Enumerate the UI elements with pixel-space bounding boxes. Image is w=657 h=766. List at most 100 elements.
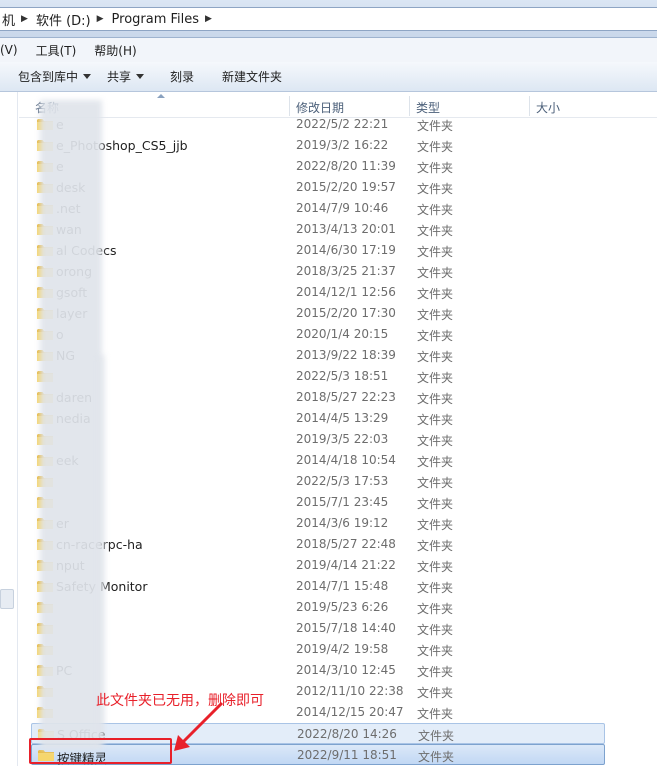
breadcrumb-chevron-icon[interactable]: ▶ <box>21 14 28 24</box>
share-button[interactable]: 共享 <box>107 68 160 85</box>
list-item[interactable]: daren2018/5/27 22:23文件夹 <box>31 387 605 408</box>
list-item[interactable]: 2019/5/23 6:26 文件夹 <box>31 597 605 618</box>
file-type: 文件夹 <box>417 665 454 679</box>
list-item[interactable]: wan2013/4/13 20:01文件夹 <box>31 219 605 240</box>
file-date-modified: 2019/5/23 6:26 <box>296 600 389 614</box>
file-type: 文件夹 <box>417 266 454 280</box>
list-item[interactable]: layer2015/2/20 17:30文件夹 <box>31 303 605 324</box>
file-date-modified: 2013/4/13 20:01 <box>296 222 396 236</box>
list-item[interactable]: desk2015/2/20 19:57文件夹 <box>31 177 605 198</box>
file-type: 文件夹 <box>417 602 454 616</box>
list-item[interactable]: Safety Monitor2014/7/1 15:48文件夹 <box>31 576 605 597</box>
file-type: 文件夹 <box>418 750 455 764</box>
file-date-modified: 2014/3/6 19:12 <box>296 516 389 530</box>
breadcrumb-chevron-icon[interactable]: ▶ <box>97 14 104 24</box>
address-bar-area: 机 ▶ 软件 (D:) ▶ Program Files ▶ <box>0 0 657 38</box>
list-item[interactable]: er2014/3/6 19:12文件夹 <box>31 513 605 534</box>
list-item[interactable]: gsoft2014/12/1 12:56文件夹 <box>31 282 605 303</box>
list-item[interactable]: al Codecs2014/6/30 17:19文件夹 <box>31 240 605 261</box>
file-date-modified: 2014/6/30 17:19 <box>296 243 396 257</box>
dropdown-arrow-icon <box>83 74 92 79</box>
file-type: 文件夹 <box>417 392 454 406</box>
file-date-modified: 2022/8/20 11:39 <box>296 159 396 173</box>
navigation-pane[interactable] <box>0 92 18 766</box>
share-label: 共享 <box>107 70 132 84</box>
annotation-highlight-box <box>29 738 172 764</box>
file-type: 文件夹 <box>417 308 454 322</box>
breadcrumb-chevron-icon[interactable]: ▶ <box>205 14 212 24</box>
list-item[interactable]: orong2018/3/25 21:37文件夹 <box>31 261 605 282</box>
command-toolbar: 包含到库中 共享 刻录 新建文件夹 <box>0 62 657 92</box>
file-date-modified: 2022/8/20 14:26 <box>297 727 397 741</box>
list-item[interactable]: .net2014/7/9 10:46文件夹 <box>31 198 605 219</box>
file-type: 文件夹 <box>417 686 454 700</box>
breadcrumb-computer[interactable]: 机 <box>2 10 15 29</box>
list-item[interactable]: nput2019/4/14 21:22文件夹 <box>31 555 605 576</box>
menu-help[interactable]: 帮助(H) <box>94 42 136 59</box>
address-bar[interactable]: 机 ▶ 软件 (D:) ▶ Program Files ▶ <box>0 7 657 31</box>
file-date-modified: 2022/5/3 18:51 <box>296 369 389 383</box>
file-list[interactable]: e2022/5/2 22:21文件夹e_Photoshop_CS5_jjb201… <box>19 112 657 766</box>
include-in-library-label: 包含到库中 <box>18 70 79 84</box>
file-date-modified: 2014/4/5 13:29 <box>296 411 389 425</box>
file-date-modified: 2018/3/25 21:37 <box>296 264 396 278</box>
list-item[interactable]: 2019/4/2 19:58 文件夹 <box>31 639 605 660</box>
file-date-modified: 2012/11/10 22:38 <box>296 684 404 698</box>
list-item[interactable]: cn-racerpc-ha2018/5/27 22:48文件夹 <box>31 534 605 555</box>
file-date-modified: 2013/9/22 18:39 <box>296 348 396 362</box>
file-type: 文件夹 <box>418 729 455 743</box>
burn-label: 刻录 <box>170 70 195 84</box>
file-type: 文件夹 <box>417 203 454 217</box>
breadcrumb-program-files[interactable]: Program Files <box>112 12 200 27</box>
file-type: 文件夹 <box>417 560 454 574</box>
file-type: 文件夹 <box>417 119 454 133</box>
file-date-modified: 2015/7/18 14:40 <box>296 621 396 635</box>
list-item[interactable]: 2019/3/5 22:03 文件夹 <box>31 429 605 450</box>
menu-view[interactable]: (V) <box>0 43 18 57</box>
file-type: 文件夹 <box>417 497 454 511</box>
breadcrumb-drive-d[interactable]: 软件 (D:) <box>36 10 91 29</box>
file-type: 文件夹 <box>417 371 454 385</box>
list-item[interactable]: PC2014/3/10 12:45文件夹 <box>31 660 605 681</box>
blur-patch <box>95 355 105 745</box>
file-type: 文件夹 <box>417 623 454 637</box>
file-type: 文件夹 <box>417 161 454 175</box>
menu-bar: (V) 工具(T) 帮助(H) <box>0 38 657 62</box>
file-date-modified: 2014/12/1 12:56 <box>296 285 396 299</box>
file-date-modified: 2022/5/3 17:53 <box>296 474 389 488</box>
annotation-arrow-icon <box>174 701 224 751</box>
file-type: 文件夹 <box>417 476 454 490</box>
list-item[interactable]: o2020/1/4 20:15文件夹 <box>31 324 605 345</box>
file-date-modified: 2019/3/2 16:22 <box>296 138 389 152</box>
file-date-modified: 2014/7/9 10:46 <box>296 201 389 215</box>
menu-tools[interactable]: 工具(T) <box>36 42 77 59</box>
list-item[interactable]: 2015/7/18 14:40 文件夹 <box>31 618 605 639</box>
list-item[interactable]: e_Photoshop_CS5_jjb 2019/3/2 16:22 文件夹 <box>31 135 605 156</box>
list-item[interactable]: eek2014/4/18 10:54文件夹 <box>31 450 605 471</box>
list-item[interactable]: NG2013/9/22 18:39文件夹 <box>31 345 605 366</box>
file-type: 文件夹 <box>417 413 454 427</box>
file-type: 文件夹 <box>417 350 454 364</box>
list-item[interactable]: 2022/5/3 17:53 文件夹 <box>31 471 605 492</box>
file-type: 文件夹 <box>417 581 454 595</box>
file-type: 文件夹 <box>417 182 454 196</box>
sort-ascending-icon <box>157 94 165 98</box>
blur-patch <box>40 100 102 750</box>
list-item[interactable]: 2022/5/3 18:51 文件夹 <box>31 366 605 387</box>
file-date-modified: 2022/5/2 22:21 <box>296 117 389 131</box>
navigation-pane-scroll-handle[interactable] <box>0 589 14 609</box>
burn-button[interactable]: 刻录 <box>160 68 210 85</box>
file-date-modified: 2018/5/27 22:48 <box>296 537 396 551</box>
list-item[interactable]: e2022/8/20 11:39文件夹 <box>31 156 605 177</box>
file-date-modified: 2015/7/1 23:45 <box>296 495 389 509</box>
file-type: 文件夹 <box>417 707 454 721</box>
new-folder-button[interactable]: 新建文件夹 <box>210 68 298 85</box>
include-in-library-button[interactable]: 包含到库中 <box>0 68 107 85</box>
dropdown-arrow-icon <box>136 74 145 79</box>
list-item[interactable]: e2022/5/2 22:21文件夹 <box>31 114 605 135</box>
list-item[interactable]: 2015/7/1 23:45 文件夹 <box>31 492 605 513</box>
file-type: 文件夹 <box>417 245 454 259</box>
file-date-modified: 2019/4/14 21:22 <box>296 558 396 572</box>
file-date-modified: 2022/9/11 18:51 <box>297 748 397 762</box>
list-item[interactable]: nedia2014/4/5 13:29文件夹 <box>31 408 605 429</box>
